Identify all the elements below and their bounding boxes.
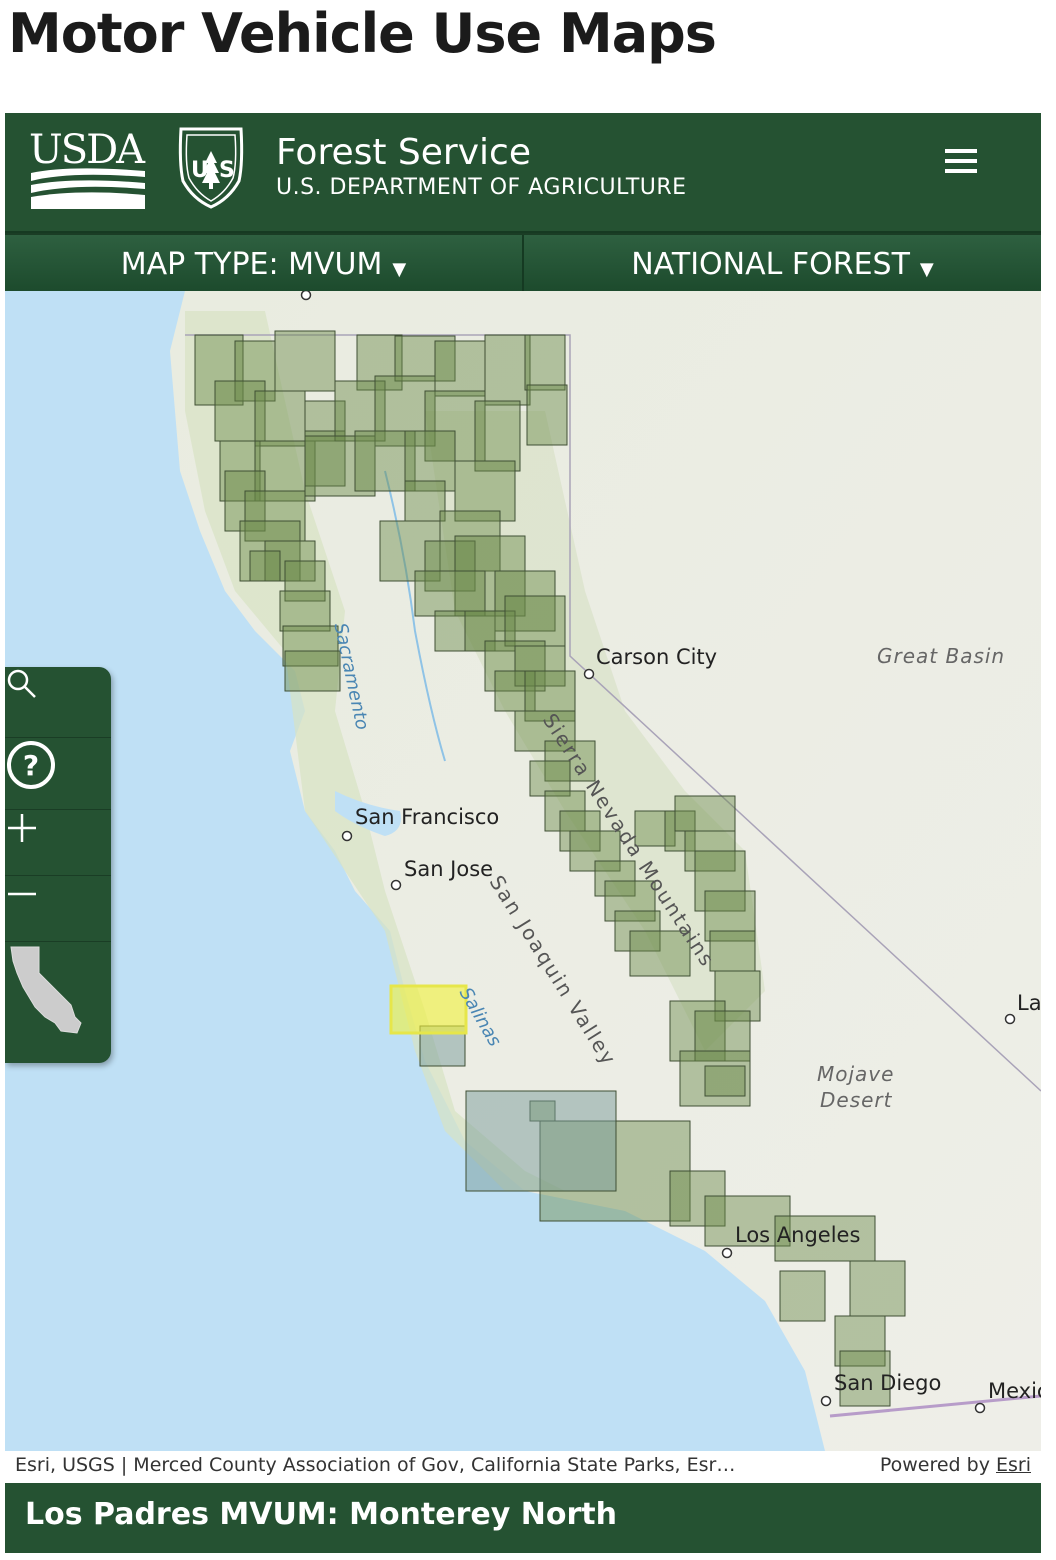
region-label-desert: Desert [820, 1088, 893, 1112]
city-label-san-diego: San Diego [834, 1371, 942, 1395]
city-label-los-angeles: Los Angeles [735, 1223, 861, 1247]
help-button[interactable]: ? [5, 739, 111, 810]
agency-name: Forest Service [276, 132, 531, 173]
selected-map-title: Los Padres MVUM: Monterey North [25, 1497, 617, 1532]
city-label-las-vegas: La [1017, 991, 1041, 1015]
map-type-label: MAP TYPE: MVUM [120, 246, 383, 282]
map-view[interactable]: Carson City San Francisco San Jose Los A… [5, 291, 1041, 1451]
site-header: USDA U S Forest Service U.S. DEPARTMENT … [5, 113, 1041, 233]
hamburger-menu-icon[interactable] [941, 143, 981, 183]
department-name: U.S. DEPARTMENT OF AGRICULTURE [276, 175, 687, 200]
zoom-in-button[interactable] [5, 811, 111, 876]
esri-link[interactable]: Esri [996, 1454, 1031, 1476]
page-title: Motor Vehicle Use Maps [8, 2, 717, 65]
region-label-great-basin: Great Basin [877, 644, 1006, 668]
selected-map-footer[interactable]: Los Padres MVUM: Monterey North [5, 1483, 1041, 1553]
usda-logo[interactable]: USDA [29, 125, 147, 209]
city-label-san-francisco: San Francisco [355, 805, 500, 829]
forest-service-shield-icon[interactable]: U S [175, 123, 247, 209]
zoom-in-icon [8, 814, 36, 842]
region-label-mojave: Mojave [817, 1062, 895, 1086]
help-icon: ? [7, 741, 55, 789]
zoom-out-button[interactable] [5, 877, 111, 942]
city-label-san-jose: San Jose [404, 857, 494, 881]
usda-logo-text: USDA [29, 127, 146, 173]
attribution-sources: Esri, USGS | Merced County Association o… [15, 1454, 736, 1476]
svg-text:S: S [219, 158, 235, 183]
powered-by-label: Powered by [879, 1454, 990, 1476]
svg-text:?: ? [23, 749, 39, 782]
search-button[interactable] [5, 667, 111, 738]
map-type-dropdown[interactable]: MAP TYPE: MVUM ▼ [5, 235, 524, 293]
caret-down-icon: ▼ [392, 258, 407, 280]
caret-down-icon: ▼ [919, 258, 934, 280]
california-extent-button[interactable] [5, 943, 111, 1063]
city-label-carson-city: Carson City [596, 645, 718, 669]
map-subnav: MAP TYPE: MVUM ▼ NATIONAL FOREST ▼ [5, 233, 1041, 293]
national-forest-dropdown[interactable]: NATIONAL FOREST ▼ [524, 235, 1041, 293]
map-toolbar: ? [5, 667, 111, 1063]
zoom-out-icon [8, 892, 36, 896]
national-forest-label: NATIONAL FOREST [631, 246, 910, 282]
city-label-mexicali: Mexic [988, 1379, 1041, 1403]
mvum-app: USDA U S Forest Service U.S. DEPARTMENT … [5, 113, 1041, 1553]
search-icon [7, 669, 36, 698]
california-state-icon [10, 946, 82, 1034]
powered-by: Powered by Esri [880, 1454, 1031, 1476]
agency-block: Forest Service U.S. DEPARTMENT OF AGRICU… [276, 133, 687, 203]
basemap[interactable] [5, 291, 1041, 1451]
map-attribution: Esri, USGS | Merced County Association o… [5, 1451, 1041, 1483]
